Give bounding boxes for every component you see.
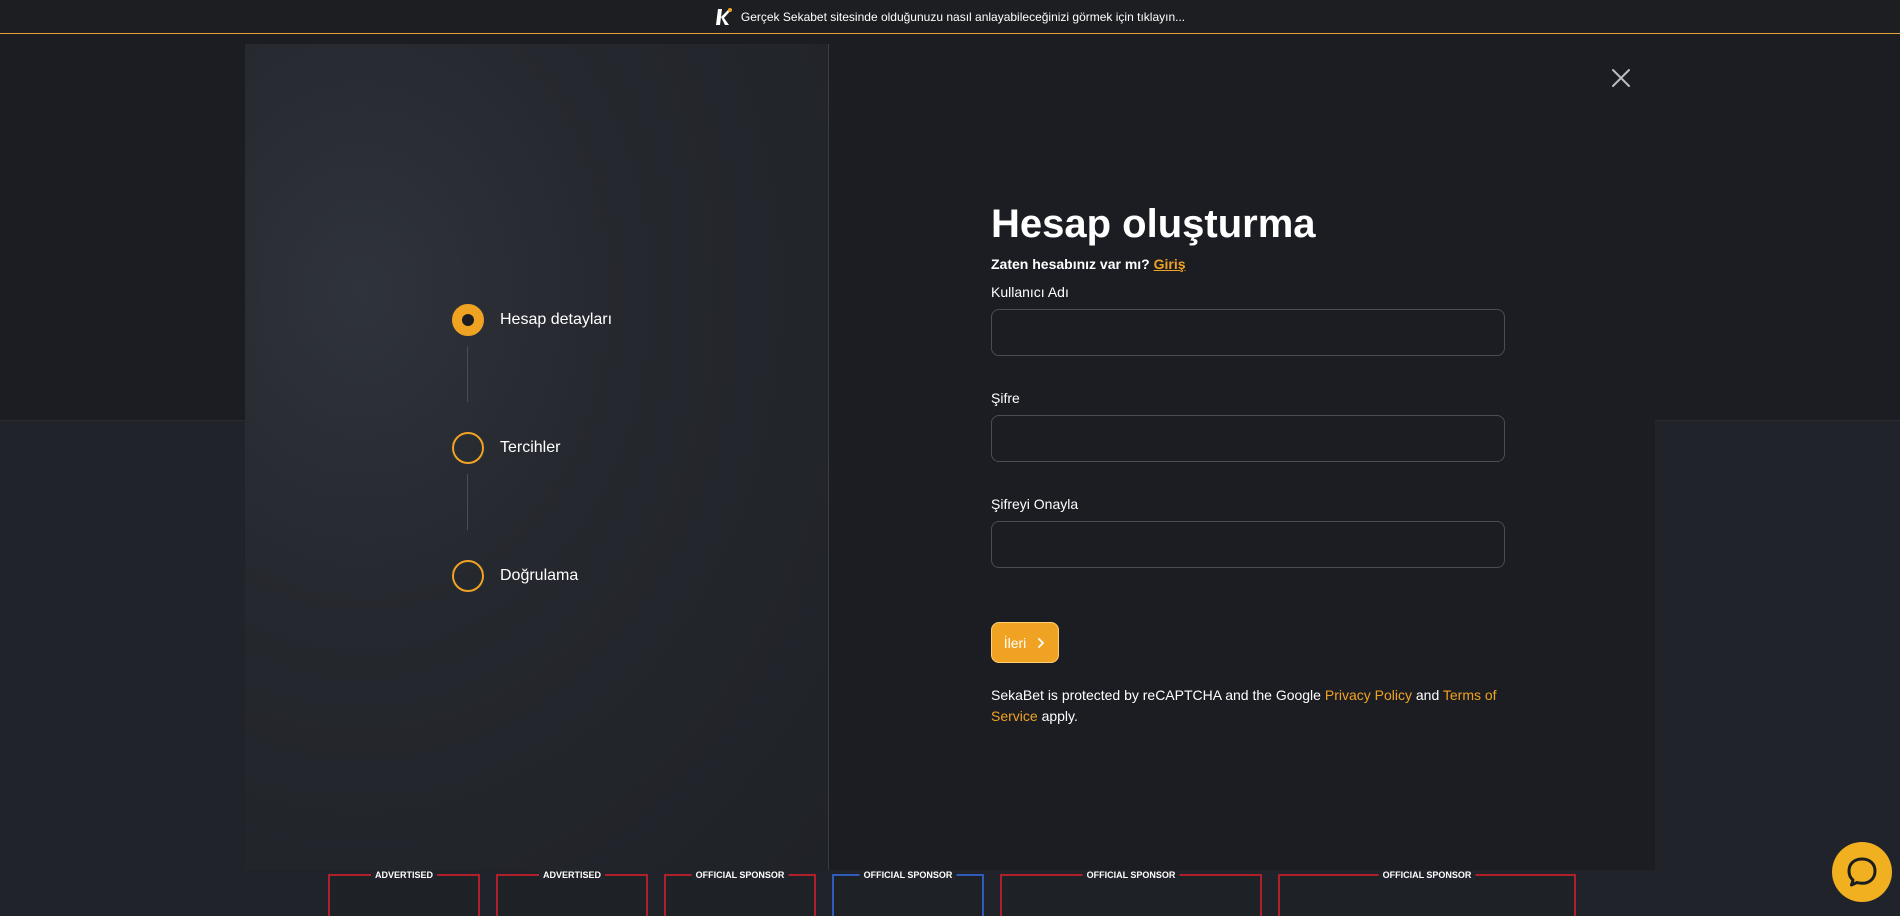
verification-banner[interactable]: Gerçek Sekabet sitesinde olduğunuzu nası…	[0, 0, 1900, 34]
password-input[interactable]	[991, 415, 1505, 462]
confirm-password-input[interactable]	[991, 521, 1505, 568]
privacy-policy-link[interactable]: Privacy Policy	[1325, 687, 1412, 703]
sponsor-card[interactable]: OFFICIAL SPONSOR	[1278, 870, 1576, 916]
step-indicator-active	[452, 304, 484, 336]
sponsor-card[interactable]: ADVERTISED	[328, 870, 480, 916]
recaptcha-notice: SekaBet is protected by reCAPTCHA and th…	[991, 687, 1497, 724]
sponsor-card[interactable]: OFFICIAL SPONSOR	[1000, 870, 1262, 916]
banner-text: Gerçek Sekabet sitesinde olduğunuzu nası…	[740, 9, 1186, 24]
sponsor-card[interactable]: OFFICIAL SPONSOR	[664, 870, 816, 916]
step-account-details: Hesap detayları	[452, 304, 612, 336]
form-panel: Hesap oluşturma Zaten hesabınız var mı? …	[829, 44, 1655, 870]
step-connector	[467, 474, 468, 530]
step-connector	[467, 346, 468, 402]
live-chat-button[interactable]	[1832, 842, 1892, 902]
chevron-right-icon	[1038, 637, 1045, 648]
step-label: Tercihler	[500, 439, 561, 456]
step-label: Hesap detayları	[500, 311, 613, 328]
confirm-password-label: Şifreyi Onayla	[991, 496, 1079, 512]
step-indicator	[452, 432, 484, 464]
username-input[interactable]	[991, 309, 1505, 356]
next-button-label: İleri	[1003, 634, 1027, 651]
page-title: Hesap oluşturma	[991, 202, 1316, 246]
steps-panel: Hesap detayları Tercihler Doğrulama	[245, 44, 829, 870]
sponsor-strip: ADVERTISED ADVERTISED OFFICIAL SPONSOR O…	[328, 870, 1592, 916]
step-verification: Doğrulama	[452, 560, 578, 592]
sponsor-card[interactable]: ADVERTISED	[496, 870, 648, 916]
password-label: Şifre	[991, 390, 1020, 406]
signup-modal: Hesap detayları Tercihler Doğrulama Hesa…	[245, 44, 1655, 870]
step-indicator	[452, 560, 484, 592]
signup-form: Hesap oluşturma Zaten hesabınız var mı? …	[991, 202, 1511, 727]
sponsor-card[interactable]: OFFICIAL SPONSOR	[832, 870, 984, 916]
next-button[interactable]: İleri	[991, 622, 1059, 663]
step-preferences: Tercihler	[452, 432, 560, 464]
login-prompt: Zaten hesabınız var mı? Giriş	[991, 256, 1186, 272]
step-label: Doğrulama	[500, 567, 579, 584]
close-icon[interactable]	[1607, 64, 1635, 92]
username-label: Kullanıcı Adı	[991, 284, 1069, 300]
chat-icon	[1847, 857, 1877, 887]
sekabet-logo-icon	[715, 7, 732, 25]
login-link[interactable]: Giriş	[1154, 256, 1186, 272]
